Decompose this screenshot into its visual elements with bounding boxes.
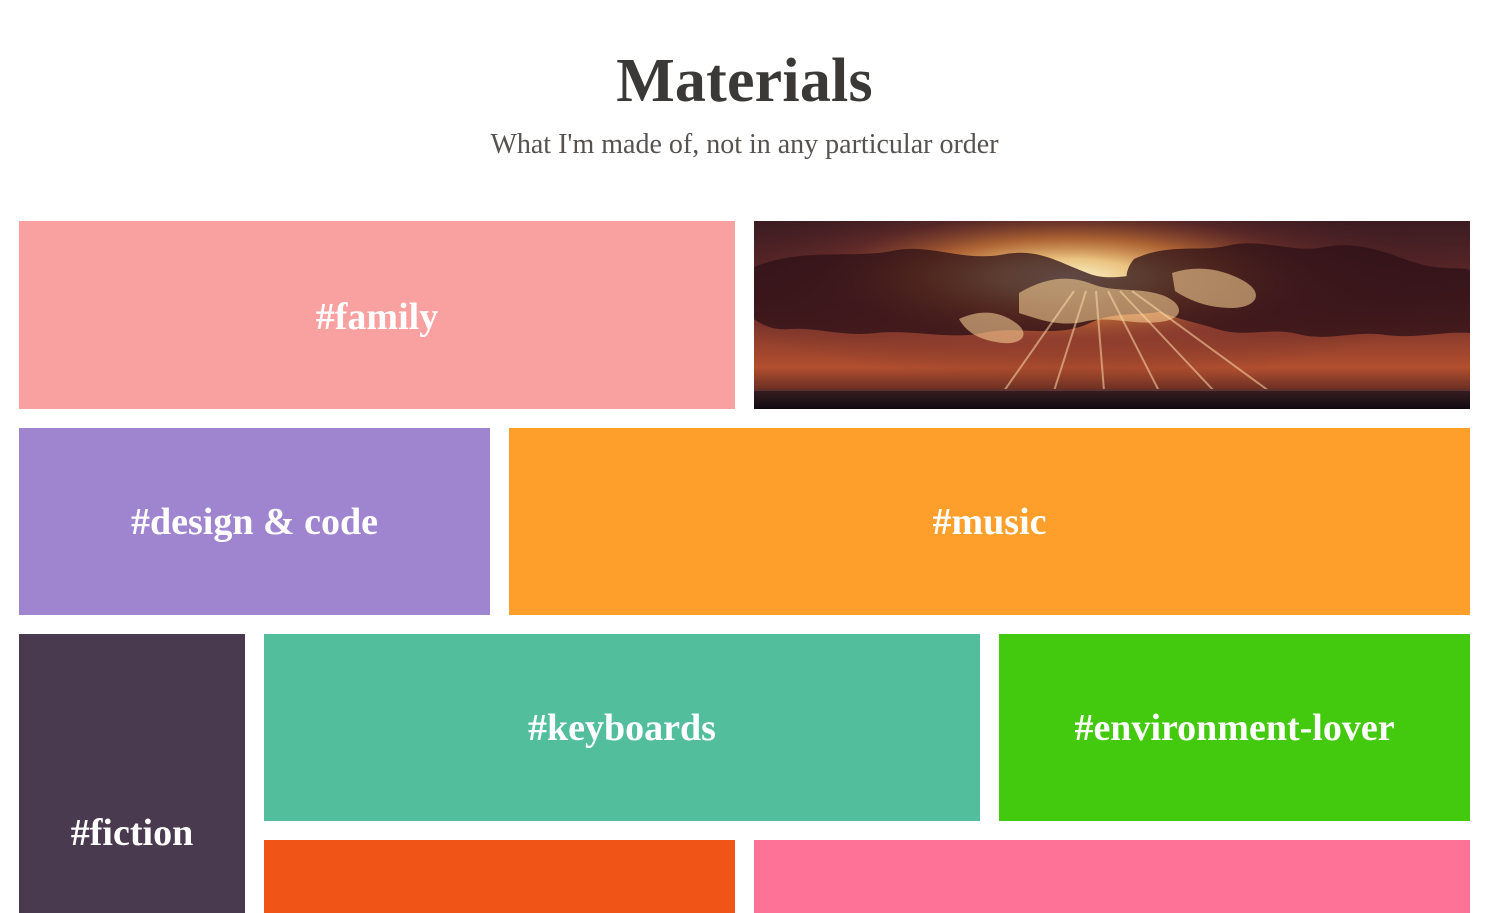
music-tile[interactable]: #music	[509, 428, 1470, 615]
page-title: Materials	[616, 47, 873, 115]
keyboards-tile[interactable]: #keyboards	[264, 634, 980, 821]
orange-tile[interactable]	[264, 840, 735, 913]
environment-lover-tile[interactable]: #environment-lover	[999, 634, 1470, 821]
fiction-tile[interactable]: #fiction	[19, 634, 245, 913]
family-tile-label: #family	[315, 296, 439, 338]
family-tile[interactable]: #family	[19, 221, 735, 409]
sunset-clouds-image	[754, 221, 1470, 409]
keyboards-tile-label: #keyboards	[528, 706, 716, 749]
design-code-tile-label: #design & code	[131, 500, 378, 543]
fiction-tile-label: #fiction	[70, 811, 194, 854]
music-tile-label: #music	[932, 500, 1047, 543]
pink-tile[interactable]	[754, 840, 1470, 913]
page-subtitle: What I'm made of, not in any particular …	[490, 129, 999, 160]
environment-lover-tile-label: #environment-lover	[1074, 706, 1395, 749]
design-code-tile[interactable]: #design & code	[19, 428, 490, 615]
sunset-photo-tile[interactable]	[754, 221, 1470, 409]
